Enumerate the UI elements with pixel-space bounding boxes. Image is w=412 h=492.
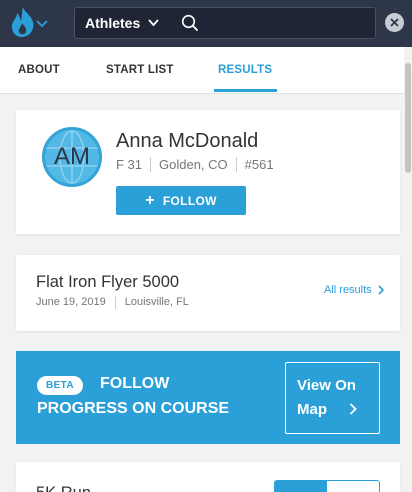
chevron-right-icon — [378, 285, 384, 295]
athlete-name: Anna McDonald — [116, 130, 259, 152]
unit-toggle-active-option[interactable] — [275, 481, 327, 492]
event-meta: June 19, 2019 Louisville, FL — [36, 296, 189, 309]
logo-chevron-down-icon[interactable] — [36, 20, 48, 28]
chevron-right-icon — [349, 403, 357, 415]
event-date: June 19, 2019 — [36, 296, 106, 308]
avatar: AM — [42, 127, 102, 187]
close-button[interactable] — [385, 13, 404, 32]
view-on-map-button[interactable]: View On Map — [285, 362, 380, 434]
close-icon — [390, 18, 399, 27]
tab-start-list[interactable]: START LIST — [106, 64, 174, 76]
follow-progress-banner: BETA FOLLOW PROGRESS ON COURSE View On M… — [16, 351, 400, 444]
race-card: 5K Run — [16, 462, 400, 492]
race-title: 5K Run — [36, 484, 91, 492]
tab-bar: ABOUT START LIST RESULTS — [0, 47, 404, 94]
search-input[interactable] — [207, 13, 367, 33]
athlete-profile-card: AM Anna McDonald F 31 Golden, CO #561 + … — [16, 110, 400, 234]
all-results-link[interactable]: All results — [324, 284, 384, 296]
top-nav-bar: Athletes — [0, 0, 412, 47]
follow-button[interactable]: + FOLLOW — [116, 186, 246, 215]
athlete-gender-age: F 31 — [116, 157, 143, 172]
follow-button-label: FOLLOW — [162, 193, 217, 208]
banner-heading-line1: FOLLOW — [100, 375, 170, 392]
athlete-location: Golden, CO — [159, 157, 228, 172]
tab-results[interactable]: RESULTS — [218, 64, 272, 76]
event-location: Louisville, FL — [124, 296, 189, 308]
chevron-down-icon — [148, 19, 159, 27]
all-results-label: All results — [324, 284, 372, 296]
beta-badge: BETA — [37, 376, 83, 395]
scrollbar[interactable] — [404, 47, 412, 492]
unit-toggle[interactable] — [274, 480, 380, 492]
flame-logo-icon[interactable] — [9, 6, 37, 38]
athlete-meta: F 31 Golden, CO #561 — [116, 157, 274, 172]
divider — [150, 157, 152, 172]
divider — [235, 157, 237, 172]
athlete-bib: #561 — [244, 157, 274, 172]
view-on-map-label-line2: Map — [297, 401, 327, 418]
divider — [114, 296, 116, 309]
event-title: Flat Iron Flyer 5000 — [36, 273, 180, 291]
plus-icon: + — [145, 191, 155, 209]
avatar-initials: AM — [54, 143, 90, 170]
search-icon — [181, 14, 199, 32]
event-card[interactable]: Flat Iron Flyer 5000 June 19, 2019 Louis… — [16, 255, 400, 331]
category-select-value: Athletes — [85, 15, 141, 31]
active-tab-indicator — [214, 89, 277, 92]
scrollbar-thumb[interactable] — [405, 63, 411, 173]
tab-about[interactable]: ABOUT — [18, 64, 60, 76]
banner-heading-line2: PROGRESS ON COURSE — [37, 400, 230, 417]
view-on-map-label-line1: View On — [297, 377, 356, 394]
category-select[interactable]: Athletes — [74, 7, 174, 39]
search-box[interactable] — [173, 7, 376, 39]
